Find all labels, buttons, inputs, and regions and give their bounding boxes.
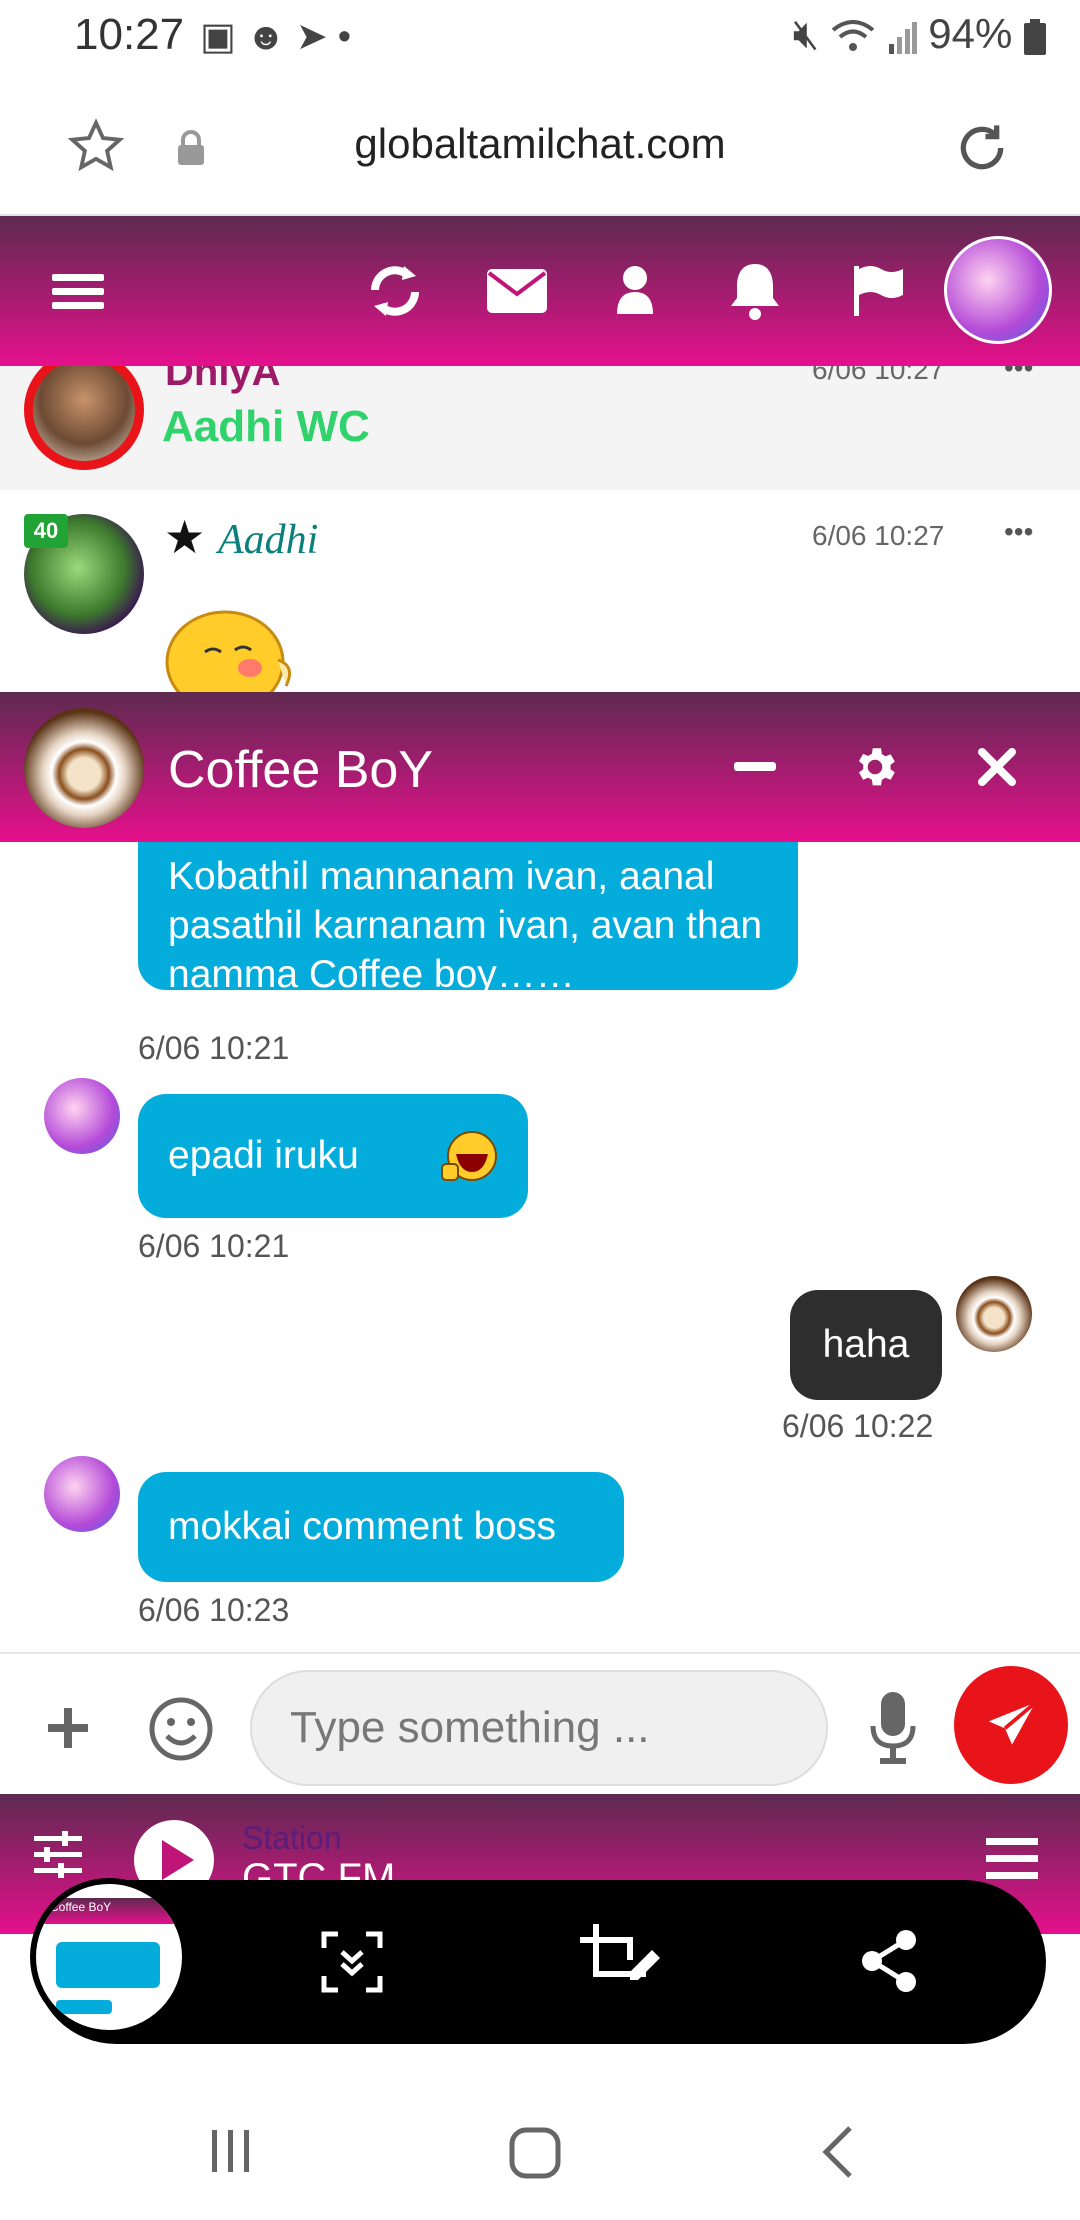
- playlist-menu-icon[interactable]: [984, 1834, 1040, 1884]
- message-time: 6/06 10:21: [138, 1030, 290, 1066]
- screenshot-thumbnail[interactable]: Coffee BoY: [30, 1878, 188, 2036]
- player-label: Station: [242, 1820, 342, 1856]
- android-navigation-bar: [0, 2080, 1080, 2220]
- chat-title: Coffee BoY: [168, 741, 434, 799]
- post-message: Aadhi WC: [162, 402, 370, 451]
- more-icon[interactable]: •••: [1004, 366, 1033, 384]
- microphone-icon[interactable]: [868, 1690, 918, 1766]
- level-badge: 40: [24, 514, 68, 548]
- refresh-icon[interactable]: [360, 256, 430, 326]
- profile-avatar[interactable]: [944, 236, 1052, 344]
- image-icon: ▣: [200, 16, 246, 58]
- feed: DhiyA 6/06 10:27 ••• Aadhi WC 40 ★ Aadhi…: [0, 366, 1080, 692]
- message-time: 6/06 10:21: [138, 1228, 290, 1264]
- send-button[interactable]: [954, 1666, 1068, 1784]
- sender-avatar[interactable]: [44, 1078, 120, 1154]
- chat-messages: Kobathil mannanam ivan, aanal pasathil k…: [0, 842, 1080, 1652]
- message-bubble: Kobathil mannanam ivan, aanal pasathil k…: [138, 842, 798, 996]
- scroll-capture-icon[interactable]: [320, 1930, 384, 1994]
- signal-icon: [888, 21, 917, 54]
- user-icon[interactable]: [600, 256, 670, 326]
- app-header: [0, 216, 1080, 366]
- status-time: 10:27: [74, 10, 185, 59]
- minimize-icon[interactable]: [730, 744, 780, 790]
- post-username[interactable]: DhiyA: [165, 366, 281, 395]
- bell-icon[interactable]: [720, 256, 790, 326]
- flag-icon[interactable]: [842, 256, 912, 326]
- message-bubble: epadi iruku: [138, 1094, 528, 1218]
- send-icon: [988, 1701, 1037, 1745]
- post-time: 6/06 10:27: [812, 366, 945, 385]
- recent-apps-icon[interactable]: [206, 2126, 256, 2176]
- gear-icon[interactable]: [850, 742, 900, 792]
- star-icon: ★: [164, 511, 206, 563]
- my-message-bubble: haha: [790, 1290, 942, 1400]
- plus-icon[interactable]: [44, 1704, 92, 1752]
- message-time: 6/06 10:22: [782, 1408, 934, 1444]
- chat-window-header: Coffee BoY: [0, 692, 1080, 842]
- home-icon[interactable]: [508, 2126, 562, 2180]
- message-input-bar: [0, 1652, 1080, 1796]
- thumbnail-title: Coffee BoY: [50, 1900, 112, 1914]
- message-input[interactable]: [250, 1670, 828, 1786]
- battery-icon: [1024, 18, 1046, 55]
- message-text: epadi iruku: [168, 1134, 359, 1177]
- feed-post: 40 ★ Aadhi 6/06 10:27 •••: [0, 490, 1080, 692]
- feed-post: DhiyA 6/06 10:27 ••• Aadhi WC: [0, 366, 1080, 490]
- emoji-icon[interactable]: [148, 1696, 214, 1762]
- battery-level: 94%: [928, 10, 1013, 57]
- chat-avatar[interactable]: [24, 708, 144, 828]
- status-right: 🔇︎ 94%: [793, 10, 1046, 59]
- more-icon[interactable]: •••: [1004, 516, 1033, 548]
- telegram-icon: ➤: [295, 16, 338, 58]
- reload-icon[interactable]: [950, 116, 1014, 180]
- screenshot-toolbar: Coffee BoY: [30, 1878, 1046, 2044]
- close-icon[interactable]: [972, 742, 1022, 792]
- back-icon[interactable]: [818, 2124, 858, 2180]
- wifi-icon: [831, 19, 875, 51]
- menu-icon[interactable]: [42, 256, 112, 326]
- sticker-emoji: [165, 610, 292, 692]
- message-bubble: mokkai comment boss: [138, 1472, 624, 1582]
- my-avatar[interactable]: [956, 1276, 1032, 1352]
- url-text[interactable]: globaltamilchat.com: [0, 120, 1080, 168]
- share-icon[interactable]: [858, 1928, 920, 1994]
- status-bar: 10:27 ▣☻➤• 🔇︎ 94%: [0, 0, 1080, 72]
- crop-edit-icon[interactable]: [578, 1922, 662, 1996]
- mute-icon: 🔇︎: [792, 10, 820, 57]
- dot-icon: •: [337, 16, 362, 58]
- laughing-emoji-icon: [441, 1131, 497, 1181]
- post-avatar[interactable]: [24, 366, 144, 470]
- message-time: 6/06 10:23: [138, 1592, 290, 1628]
- notification-icons: ▣☻➤•: [200, 14, 361, 59]
- play-icon: [162, 1840, 194, 1880]
- mail-icon[interactable]: [482, 256, 552, 326]
- equalizer-icon[interactable]: [32, 1830, 84, 1878]
- face-icon: ☻: [245, 16, 296, 58]
- post-time: 6/06 10:27: [812, 520, 945, 551]
- browser-url-bar: globaltamilchat.com: [0, 72, 1080, 216]
- post-username[interactable]: Aadhi: [218, 516, 318, 564]
- sender-avatar[interactable]: [44, 1456, 120, 1532]
